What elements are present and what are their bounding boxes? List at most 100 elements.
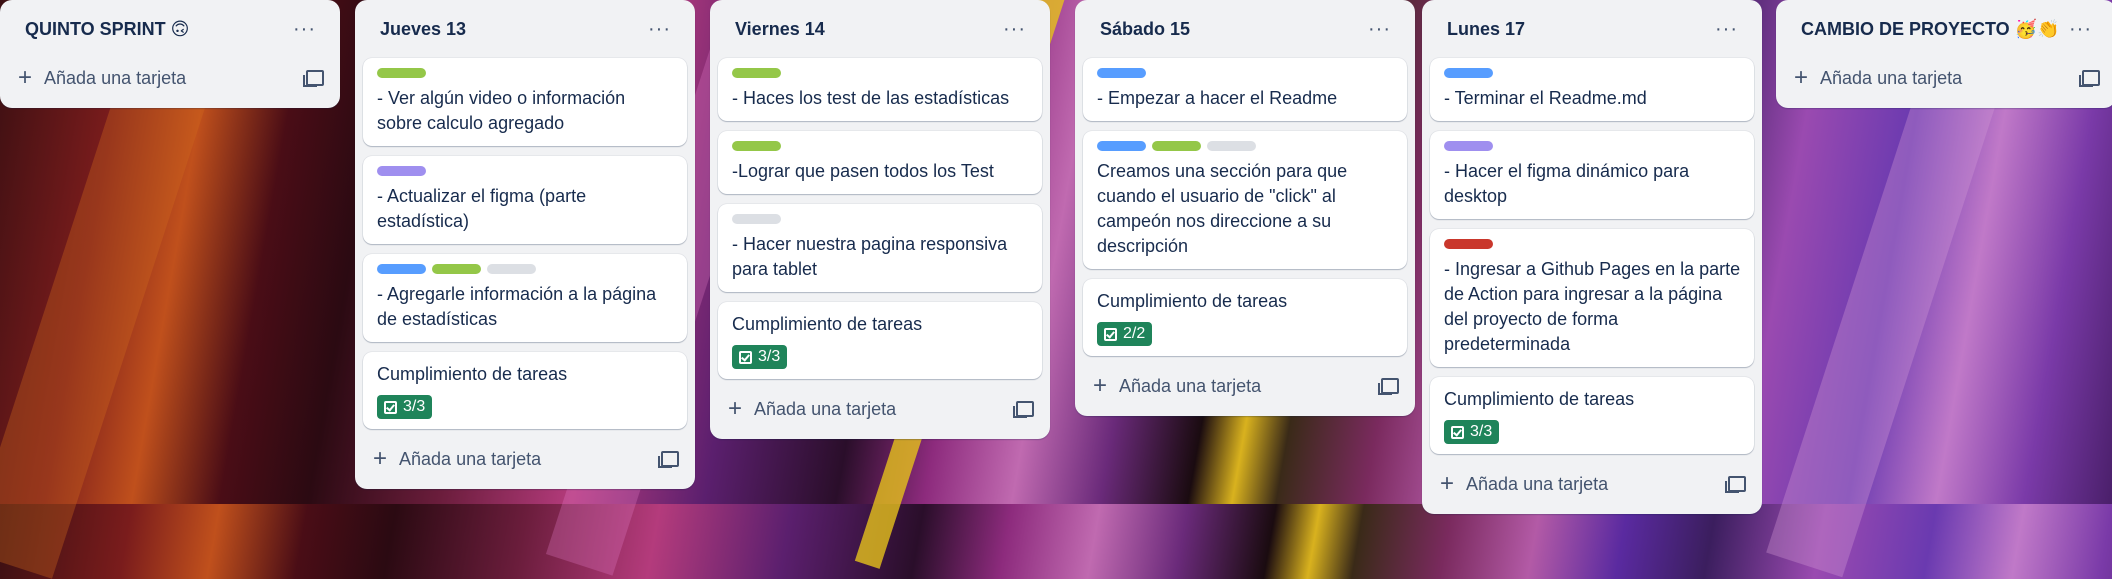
create-from-template-icon[interactable]	[303, 70, 324, 87]
label-red[interactable]	[1444, 239, 1493, 249]
card[interactable]: Cumplimiento de tareas 2/2	[1083, 279, 1407, 356]
create-from-template-icon[interactable]	[1725, 476, 1746, 493]
list-title[interactable]: Jueves 13	[380, 19, 466, 40]
label-green[interactable]	[732, 68, 781, 78]
add-card-label: Añada una tarjeta	[44, 67, 187, 88]
card-title: - Hacer nuestra pagina responsiva para t…	[732, 234, 1008, 279]
card[interactable]: Cumplimiento de tareas 3/3	[363, 352, 687, 429]
list-menu-icon[interactable]: ···	[1707, 15, 1746, 43]
add-card-button[interactable]: + Añada una tarjeta	[373, 447, 541, 471]
card-title: - Hacer el figma dinámico para desktop	[1444, 161, 1690, 206]
checklist-badge: 3/3	[1444, 420, 1500, 444]
create-from-template-icon[interactable]	[1378, 378, 1399, 395]
card-labels	[1444, 239, 1742, 249]
card-title: - Terminar el Readme.md	[1444, 88, 1647, 108]
plus-icon: +	[1093, 372, 1108, 399]
list-column[interactable]: CAMBIO DE PROYECTO 🥳👏 ··· + Añada una tarje…	[1776, 0, 2112, 108]
checklist-icon	[384, 400, 397, 414]
card-title: Creamos una sección para que cuando el u…	[1097, 161, 1348, 256]
list-menu-icon[interactable]: ···	[2061, 15, 2100, 43]
list-column[interactable]: Jueves 13 ··· - Ver algún video o informac…	[355, 0, 695, 489]
add-card-label: Añada una tarjeta	[754, 398, 897, 419]
card[interactable]: Cumplimiento de tareas 3/3	[1430, 377, 1754, 454]
create-from-template-icon[interactable]	[1013, 401, 1034, 418]
list-title[interactable]: Viernes 14	[735, 19, 825, 40]
add-card-button[interactable]: + Añada una tarjeta	[18, 66, 186, 90]
card-title: Cumplimiento de tareas	[377, 364, 568, 384]
card[interactable]: - Haces los test de las estadísticas	[718, 58, 1042, 121]
label-grey[interactable]	[732, 214, 781, 224]
card[interactable]: - Hacer el figma dinámico para desktop	[1430, 131, 1754, 219]
list-menu-icon[interactable]: ···	[285, 15, 324, 43]
checklist-count: 3/3	[403, 398, 426, 415]
add-card-button[interactable]: + Añada una tarjeta	[1794, 66, 1962, 90]
list-header: QUINTO SPRINT 🙃 ···	[8, 0, 332, 58]
card[interactable]: - Ver algún video o información sobre ca…	[363, 58, 687, 146]
list-column[interactable]: Lunes 17 ··· - Terminar el Readme.md - Hace…	[1422, 0, 1762, 514]
card-title: - Agregarle información a la página de e…	[377, 284, 657, 329]
label-green[interactable]	[377, 68, 426, 78]
label-grey[interactable]	[487, 264, 536, 274]
card-labels	[377, 264, 675, 274]
list-title[interactable]: QUINTO SPRINT 🙃	[25, 19, 189, 40]
label-green[interactable]	[732, 141, 781, 151]
card-labels	[1097, 141, 1395, 151]
label-blue[interactable]	[1444, 68, 1493, 78]
list-header: Lunes 17 ···	[1430, 0, 1754, 58]
card-title: Cumplimiento de tareas	[1444, 389, 1635, 409]
checklist-badge: 3/3	[377, 395, 433, 419]
list-column[interactable]: Viernes 14 ··· - Haces los test de las est…	[710, 0, 1050, 439]
create-from-template-icon[interactable]	[658, 451, 679, 468]
card-labels	[377, 68, 675, 78]
label-green[interactable]	[432, 264, 481, 274]
card[interactable]: Creamos una sección para que cuando el u…	[1083, 131, 1407, 269]
label-blue[interactable]	[377, 264, 426, 274]
list-menu-icon[interactable]: ···	[640, 15, 679, 43]
card-title: - Ver algún video o información sobre ca…	[377, 88, 626, 133]
list-column[interactable]: Sábado 15 ··· - Empezar a hacer el Readme C…	[1075, 0, 1415, 416]
create-from-template-icon[interactable]	[2079, 70, 2100, 87]
list-header: Jueves 13 ···	[363, 0, 687, 58]
list-menu-icon[interactable]: ···	[995, 15, 1034, 43]
label-blue[interactable]	[1097, 141, 1146, 151]
card[interactable]: - Ingresar a Github Pages en la parte de…	[1430, 229, 1754, 367]
card[interactable]: - Terminar el Readme.md	[1430, 58, 1754, 121]
card-title: - Ingresar a Github Pages en la parte de…	[1444, 259, 1741, 354]
card[interactable]: - Hacer nuestra pagina responsiva para t…	[718, 204, 1042, 292]
card-labels	[377, 166, 675, 176]
label-purple[interactable]	[1444, 141, 1493, 151]
add-card-button[interactable]: + Añada una tarjeta	[728, 397, 896, 421]
list-title[interactable]: Sábado 15	[1100, 19, 1190, 40]
list-column[interactable]: QUINTO SPRINT 🙃 ··· + Añada una tarjeta	[0, 0, 340, 108]
plus-icon: +	[728, 395, 743, 422]
add-card-row: + Añada una tarjeta	[1430, 464, 1754, 504]
card[interactable]: - Agregarle información a la página de e…	[363, 254, 687, 342]
add-card-button[interactable]: + Añada una tarjeta	[1440, 472, 1608, 496]
label-grey[interactable]	[1207, 141, 1256, 151]
label-blue[interactable]	[1097, 68, 1146, 78]
label-green[interactable]	[1152, 141, 1201, 151]
card-labels	[1097, 68, 1395, 78]
plus-icon: +	[1440, 470, 1455, 497]
card[interactable]: - Empezar a hacer el Readme	[1083, 58, 1407, 121]
checklist-icon	[1451, 425, 1464, 439]
card[interactable]: -Lograr que pasen todos los Test	[718, 131, 1042, 194]
list-header: Sábado 15 ···	[1083, 0, 1407, 58]
add-card-row: + Añada una tarjeta	[363, 439, 687, 479]
add-card-row: + Añada una tarjeta	[718, 389, 1042, 429]
label-purple[interactable]	[377, 166, 426, 176]
card[interactable]: - Actualizar el figma (parte estadística…	[363, 156, 687, 244]
list-header: Viernes 14 ···	[718, 0, 1042, 58]
list-title[interactable]: CAMBIO DE PROYECTO 🥳👏	[1801, 19, 2060, 40]
card[interactable]: Cumplimiento de tareas 3/3	[718, 302, 1042, 379]
add-card-button[interactable]: + Añada una tarjeta	[1093, 374, 1261, 398]
list-menu-icon[interactable]: ···	[1360, 15, 1399, 43]
checklist-badge: 3/3	[732, 345, 788, 369]
plus-icon: +	[18, 64, 33, 91]
card-title: - Haces los test de las estadísticas	[732, 88, 1010, 108]
card-title: Cumplimiento de tareas	[1097, 291, 1288, 311]
card-labels	[1444, 141, 1742, 151]
card-title: -Lograr que pasen todos los Test	[732, 161, 994, 181]
list-title[interactable]: Lunes 17	[1447, 19, 1525, 40]
checklist-badge: 2/2	[1097, 322, 1153, 346]
